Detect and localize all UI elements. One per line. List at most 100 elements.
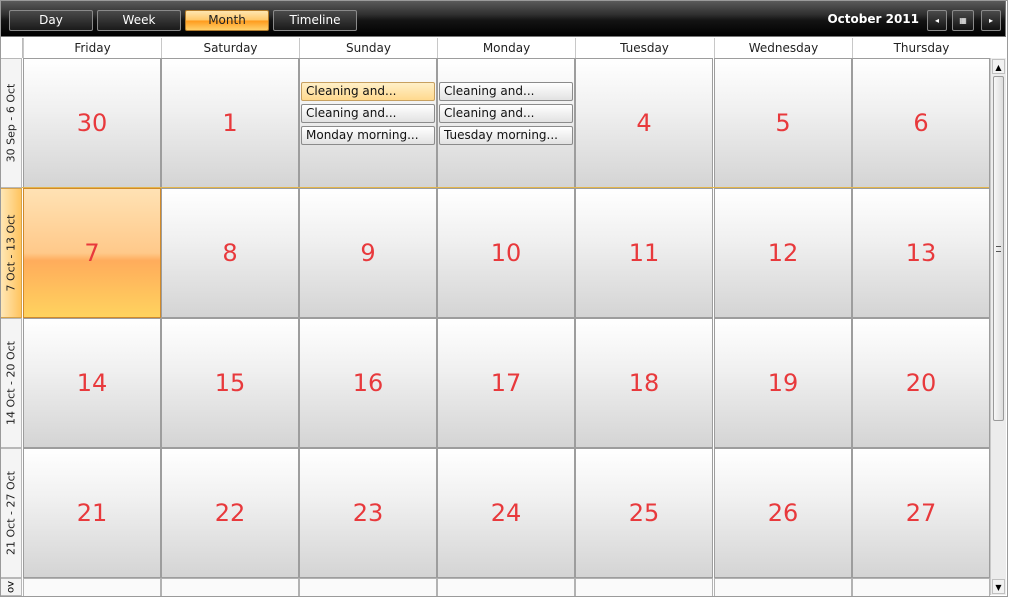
day-number: 7	[84, 239, 100, 267]
day-number: 4	[636, 109, 652, 137]
day-cell[interactable]: 7	[23, 188, 161, 318]
day-number: 14	[76, 369, 108, 397]
day-number: 26	[767, 499, 799, 527]
day-cell[interactable]: 18	[575, 318, 713, 448]
day-cell[interactable]: 24	[437, 448, 575, 578]
week-label-text: 30 Sep - 6 Oct	[4, 83, 18, 163]
day-cell-partial[interactable]	[575, 578, 713, 596]
day-cell[interactable]: 25	[575, 448, 713, 578]
day-cell[interactable]: 17	[437, 318, 575, 448]
next-period-button[interactable]: ▸	[981, 10, 1001, 31]
scroll-up-icon[interactable]: ▲	[992, 59, 1005, 74]
day-number: 19	[767, 369, 799, 397]
day-cell[interactable]: 6	[852, 58, 990, 188]
view-week-button[interactable]: Week	[97, 10, 181, 31]
day-number: 21	[76, 499, 108, 527]
week-label-partial[interactable]: ov	[0, 578, 22, 596]
period-title: October 2011	[827, 12, 919, 26]
week-label[interactable]: 7 Oct - 13 Oct	[0, 188, 22, 318]
day-number: 22	[214, 499, 246, 527]
appointment[interactable]: Cleaning and...	[439, 82, 573, 101]
day-cell[interactable]: Cleaning and... Cleaning and... Tuesday mo…	[437, 58, 575, 188]
day-number: 17	[490, 369, 522, 397]
current-week-line	[22, 187, 989, 188]
day-number: 20	[905, 369, 937, 397]
day-cell[interactable]: 13	[852, 188, 990, 318]
day-number: 5	[775, 109, 791, 137]
day-cell[interactable]: 27	[852, 448, 990, 578]
scheduler-toolbar: Day Week Month Timeline October 2011 ◂ ▦…	[0, 0, 1006, 37]
appointment[interactable]: Cleaning and...	[301, 104, 435, 123]
day-cell[interactable]: 16	[299, 318, 437, 448]
vertical-scrollbar[interactable]: ▲ ▼	[990, 58, 1006, 595]
scroll-thumb[interactable]	[993, 76, 1004, 421]
day-cell[interactable]: 14	[23, 318, 161, 448]
day-number: 1	[222, 109, 238, 137]
day-cell[interactable]: 30	[23, 58, 161, 188]
day-number: 13	[905, 239, 937, 267]
day-cell[interactable]: 5	[714, 58, 852, 188]
day-cell-partial[interactable]	[714, 578, 852, 596]
day-number: 25	[628, 499, 660, 527]
day-number: 27	[905, 499, 937, 527]
day-cell[interactable]: 12	[714, 188, 852, 318]
appointment[interactable]: Cleaning and...	[301, 82, 435, 101]
day-number: 11	[628, 239, 660, 267]
day-number: 10	[490, 239, 522, 267]
day-number: 8	[222, 239, 238, 267]
chevron-right-icon: ▸	[988, 16, 993, 25]
day-cell[interactable]: 11	[575, 188, 713, 318]
day-cell-partial[interactable]	[161, 578, 299, 596]
day-number: 23	[352, 499, 384, 527]
day-header-sunday: Sunday	[299, 38, 437, 58]
day-cell-partial[interactable]	[852, 578, 990, 596]
day-header-tuesday: Tuesday	[575, 38, 713, 58]
day-cell-partial[interactable]	[23, 578, 161, 596]
week-label-text: 7 Oct - 13 Oct	[4, 214, 18, 292]
day-cell[interactable]: 19	[714, 318, 852, 448]
appointment[interactable]: Monday morning...	[301, 126, 435, 145]
day-number: 12	[767, 239, 799, 267]
week-label-text: 21 Oct - 27 Oct	[4, 471, 18, 555]
day-header-monday: Monday	[437, 38, 575, 58]
day-cell[interactable]: 21	[23, 448, 161, 578]
day-cell-partial[interactable]	[299, 578, 437, 596]
day-cell[interactable]: 15	[161, 318, 299, 448]
view-day-button[interactable]: Day	[9, 10, 93, 31]
week-label-text: 14 Oct - 20 Oct	[4, 341, 18, 425]
appointment[interactable]: Tuesday morning...	[439, 126, 573, 145]
week-label-partial-text: ov	[5, 580, 17, 594]
week-label[interactable]: 30 Sep - 6 Oct	[0, 58, 22, 188]
day-number: 15	[214, 369, 246, 397]
grip-icon	[996, 245, 1001, 252]
prev-period-button[interactable]: ◂	[927, 10, 947, 31]
day-cell[interactable]: 23	[299, 448, 437, 578]
calendar-icon: ▦	[959, 16, 967, 25]
day-cell[interactable]: 20	[852, 318, 990, 448]
day-header-saturday: Saturday	[161, 38, 299, 58]
day-cell[interactable]: 8	[161, 188, 299, 318]
day-cell[interactable]: 26	[714, 448, 852, 578]
day-number: 30	[76, 109, 108, 137]
day-number: 16	[352, 369, 384, 397]
day-cell[interactable]: 4	[575, 58, 713, 188]
week-label[interactable]: 21 Oct - 27 Oct	[0, 448, 22, 578]
day-number: 18	[628, 369, 660, 397]
day-cell[interactable]: 22	[161, 448, 299, 578]
day-cell[interactable]: 10	[437, 188, 575, 318]
appointment[interactable]: Cleaning and...	[439, 104, 573, 123]
day-cell[interactable]: Cleaning and... Cleaning and... Monday mor…	[299, 58, 437, 188]
day-cell-partial[interactable]	[437, 578, 575, 596]
scroll-down-icon[interactable]: ▼	[992, 579, 1005, 594]
week-label[interactable]: 14 Oct - 20 Oct	[0, 318, 22, 448]
day-cell[interactable]: 9	[299, 188, 437, 318]
header-corner	[0, 38, 23, 58]
day-header-wednesday: Wednesday	[714, 38, 852, 58]
day-number: 9	[360, 239, 376, 267]
view-timeline-button[interactable]: Timeline	[273, 10, 357, 31]
calendar-picker-button[interactable]: ▦	[952, 10, 974, 31]
view-month-button[interactable]: Month	[185, 10, 269, 31]
day-cell[interactable]: 1	[161, 58, 299, 188]
chevron-left-icon: ◂	[934, 16, 939, 25]
day-number: 24	[490, 499, 522, 527]
